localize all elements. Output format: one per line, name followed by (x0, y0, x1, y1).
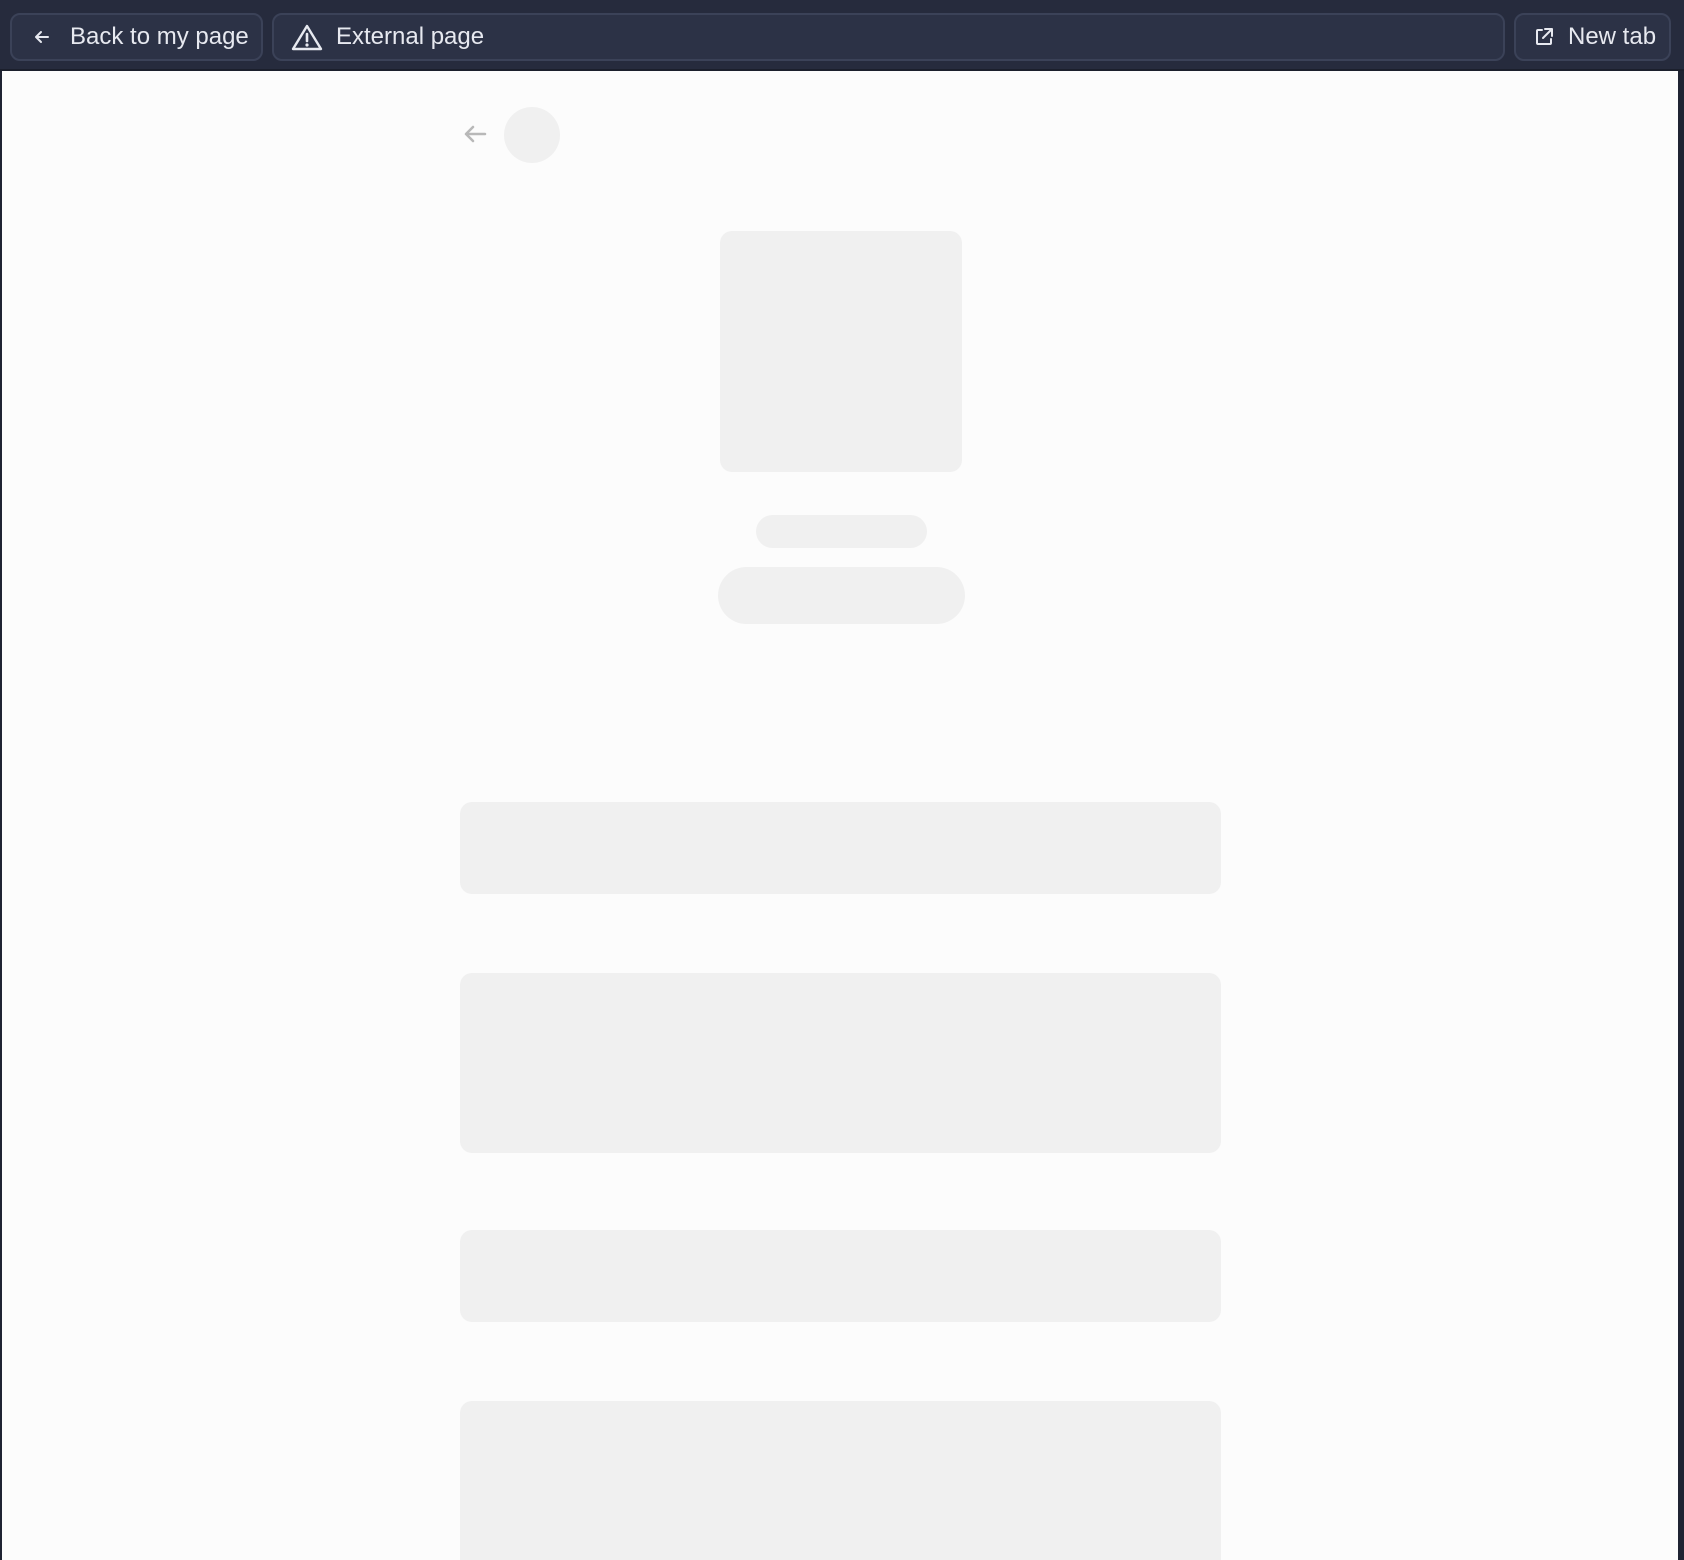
title-placeholder (756, 515, 927, 548)
action-button-placeholder (718, 567, 965, 624)
back-to-my-page-button[interactable]: Back to my page (10, 13, 263, 61)
browser-window: Back to my page External page New tab (0, 0, 1684, 1560)
cover-image-placeholder (720, 231, 962, 472)
arrow-left-icon (30, 25, 54, 49)
address-bar-label: External page (336, 23, 485, 50)
content-card-placeholder (460, 1230, 1221, 1322)
external-link-icon (1532, 25, 1556, 49)
content-card-placeholder (460, 973, 1221, 1153)
address-bar[interactable]: External page (272, 13, 1505, 61)
arrow-left-icon (461, 120, 489, 153)
avatar-placeholder (504, 107, 560, 163)
content-back-button[interactable] (460, 121, 490, 151)
warning-triangle-icon (290, 22, 324, 52)
new-tab-button[interactable]: New tab (1514, 13, 1671, 61)
external-page-content (2, 71, 1678, 1560)
new-tab-label: New tab (1568, 23, 1657, 50)
content-card-placeholder (460, 802, 1221, 894)
back-to-my-page-label: Back to my page (70, 23, 249, 50)
content-card-placeholder (460, 1401, 1221, 1560)
top-toolbar: Back to my page External page New tab (0, 0, 1684, 71)
